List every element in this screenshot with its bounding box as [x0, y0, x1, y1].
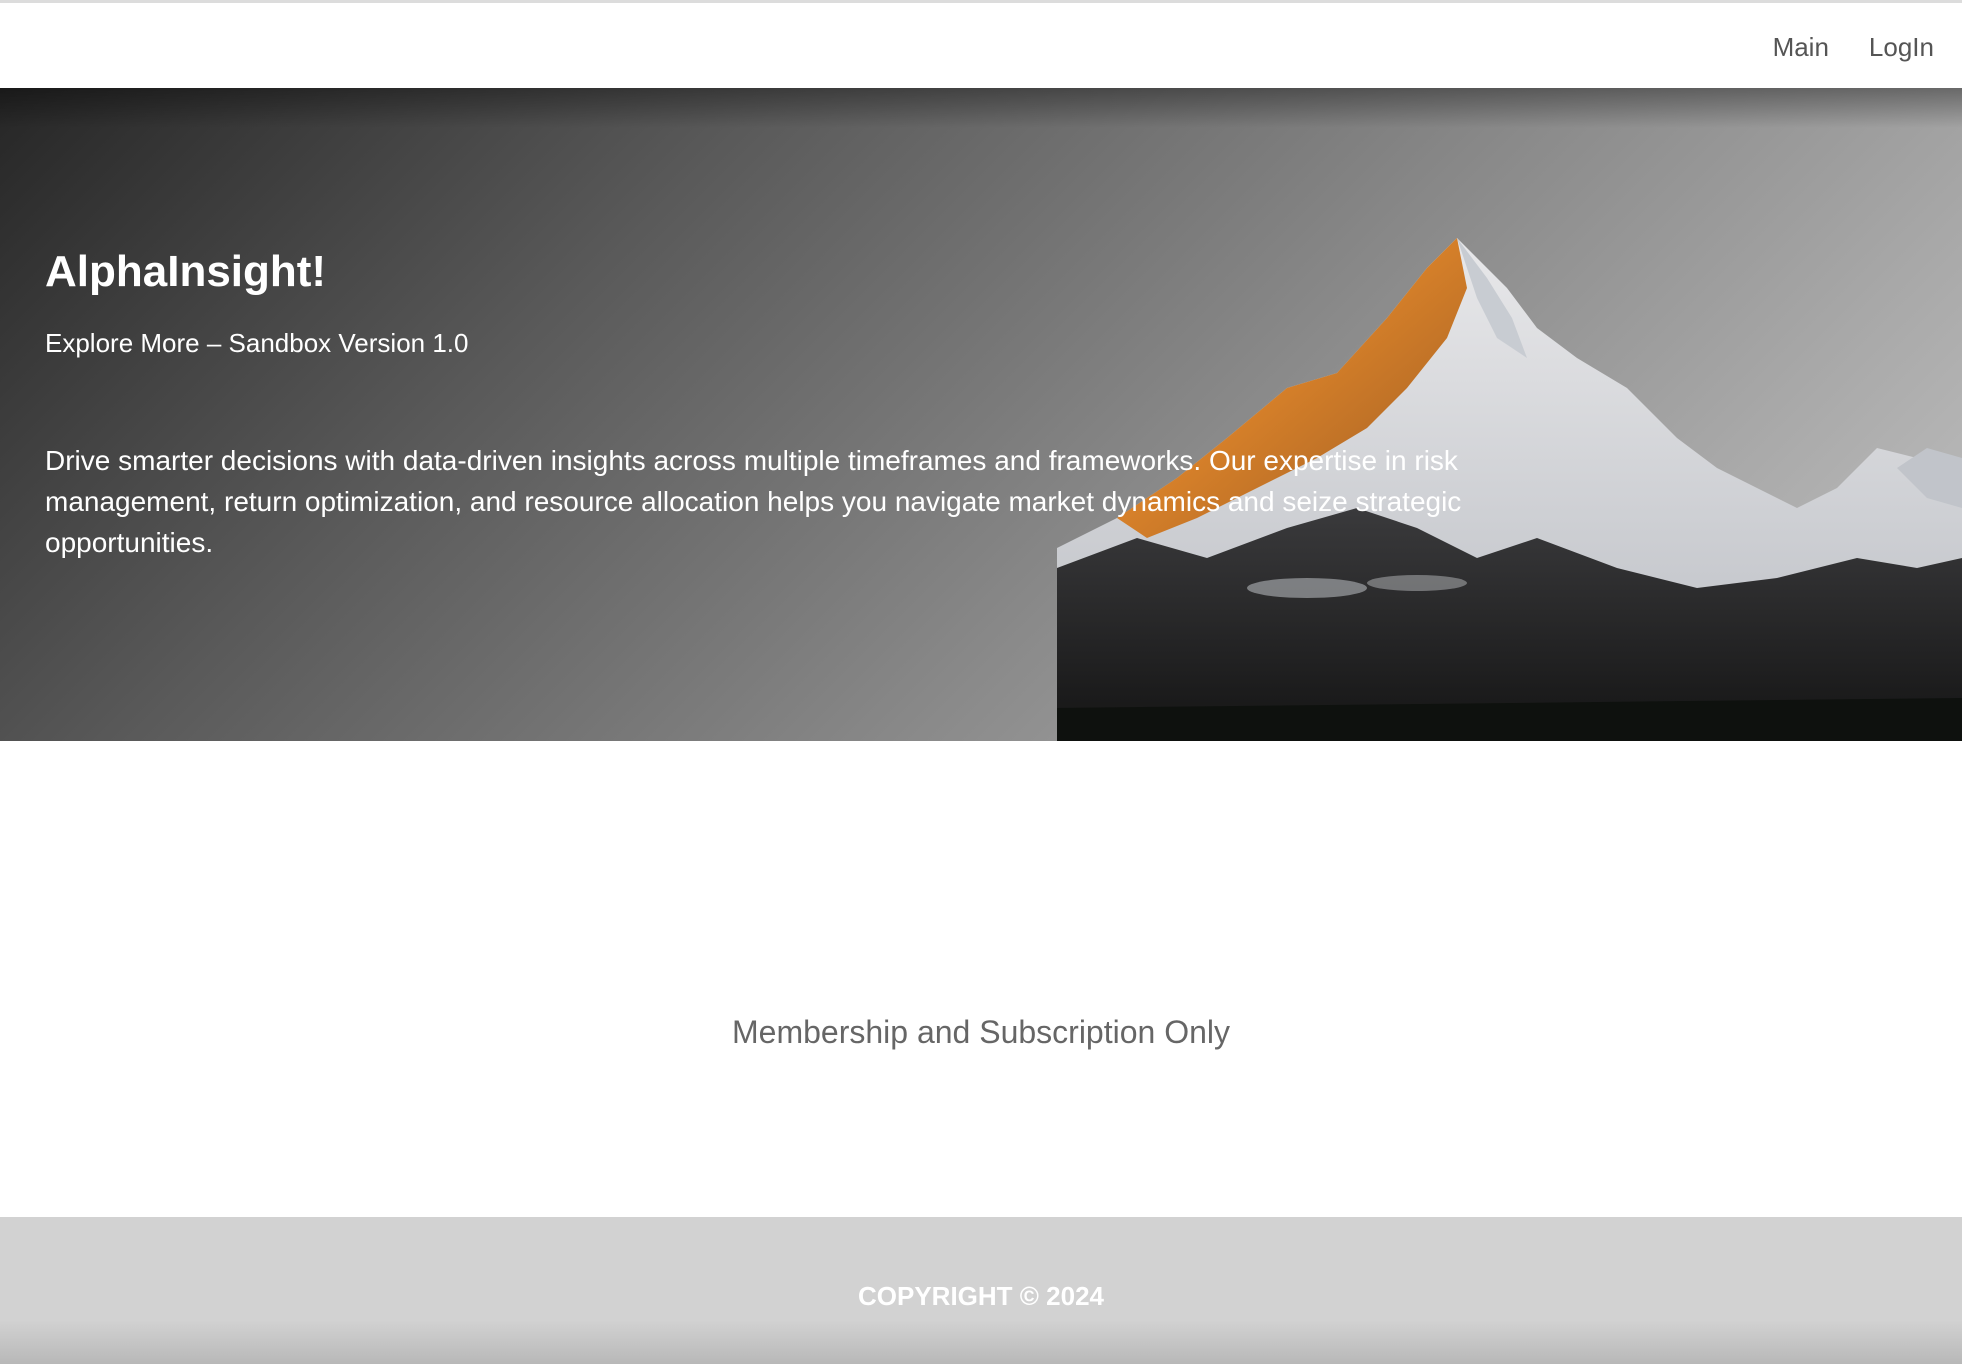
hero-title: AlphaInsight! — [45, 247, 327, 296]
top-navbar: Main LogIn — [0, 0, 1962, 88]
hero-subtitle: Explore More – Sandbox Version 1.0 — [45, 328, 469, 358]
page: Main LogIn AlphaInsight! Explore More – … — [0, 0, 1962, 1364]
footer: COPYRIGHT © 2024 — [0, 1217, 1962, 1364]
nav-login-link[interactable]: LogIn — [1869, 31, 1934, 63]
copyright-text: COPYRIGHT © 2024 — [857, 1281, 1104, 1311]
membership-notice: Membership and Subscription Only — [731, 1014, 1230, 1050]
hero-banner: AlphaInsight! Explore More – Sandbox Ver… — [0, 88, 1962, 741]
nav-main-link[interactable]: Main — [1773, 31, 1829, 63]
mountain-image — [1057, 238, 1962, 741]
hero-description: Drive smarter decisions with data-driven… — [45, 445, 1462, 558]
nav-menu: Main LogIn — [1773, 31, 1934, 63]
